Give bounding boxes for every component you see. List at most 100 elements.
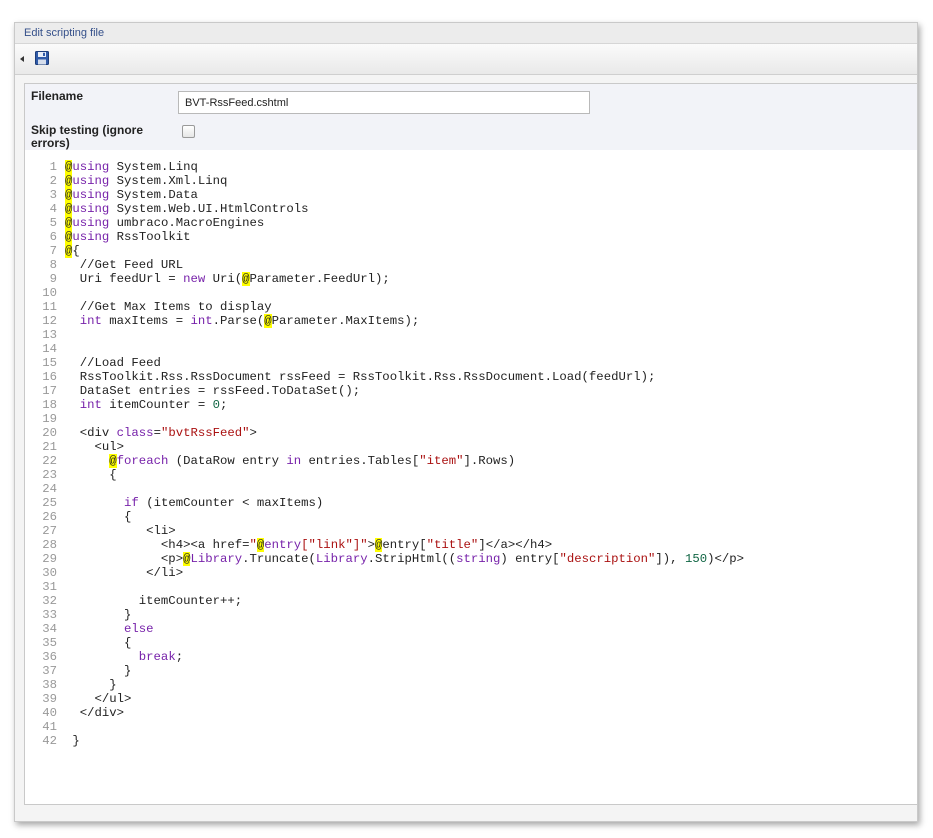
code-token: ) entry[ xyxy=(500,552,560,566)
code-line: </ul> xyxy=(65,692,132,706)
code-token: int xyxy=(190,314,213,328)
code-line: <li> xyxy=(65,524,176,538)
line-number: 7 xyxy=(49,244,57,258)
code-line: { xyxy=(65,510,131,524)
panel-title: Edit scripting file xyxy=(24,27,105,39)
code-line: <div class="bvtRssFeed"> xyxy=(65,426,257,440)
line-number: 25 xyxy=(42,496,57,510)
code-line: <ul> xyxy=(65,440,125,454)
triangle-left-icon[interactable] xyxy=(20,56,24,62)
panel-header: Edit scripting file xyxy=(15,23,917,44)
code-token: ; xyxy=(220,398,228,412)
code-line: <h4><a href="@entry["link"]">@entry["tit… xyxy=(65,538,552,552)
code-token: int xyxy=(79,398,102,412)
skip-testing-checkbox[interactable] xyxy=(182,125,195,138)
code-token: { xyxy=(65,510,132,524)
code-token: .StripHtml(( xyxy=(367,552,457,566)
line-number: 10 xyxy=(42,286,57,300)
code-token: { xyxy=(72,244,80,258)
code-token: entry[ xyxy=(382,538,427,552)
line-number: 20 xyxy=(42,426,57,440)
code-token: using xyxy=(72,160,110,174)
line-number: 42 xyxy=(42,734,57,748)
line-number: 38 xyxy=(42,678,57,692)
code-line: @using umbraco.MacroEngines xyxy=(65,216,264,230)
code-token: entry xyxy=(264,538,302,552)
code-line: </div> xyxy=(65,706,124,720)
line-number: 36 xyxy=(42,650,57,664)
line-number: 9 xyxy=(49,272,57,286)
line-number: 26 xyxy=(42,510,57,524)
line-number: 19 xyxy=(42,412,57,426)
line-number: 33 xyxy=(42,608,57,622)
code-token: <li> xyxy=(65,524,176,538)
code-line: Uri feedUrl = new Uri(@Parameter.FeedUrl… xyxy=(65,272,390,286)
line-number: 18 xyxy=(42,398,57,412)
code-token: <div xyxy=(65,426,117,440)
line-number: 35 xyxy=(42,636,57,650)
code-token: @ xyxy=(109,454,117,468)
line-number: 11 xyxy=(42,300,57,314)
floppy-disk-icon[interactable] xyxy=(35,51,49,65)
filename-input[interactable] xyxy=(178,91,590,114)
code-token: .Truncate( xyxy=(242,552,316,566)
code-token: else xyxy=(124,622,154,636)
code-token: 150 xyxy=(684,552,708,566)
code-editor[interactable]: 1 @using System.Linq 2 @using System.Xml.Li… xyxy=(25,160,917,804)
code-token: RssToolkit.Rss.RssDocument rssFeed = Rss… xyxy=(65,370,656,384)
line-number: 30 xyxy=(42,566,57,580)
code-token: (DataRow entry xyxy=(168,454,287,468)
code-token: ]), xyxy=(655,552,685,566)
code-line: </li> xyxy=(65,566,183,580)
code-token: "description" xyxy=(559,552,656,566)
code-token: maxItems = xyxy=(101,314,191,328)
line-number: 14 xyxy=(42,342,57,356)
code-line: @using System.Web.UI.HtmlControls xyxy=(65,202,309,216)
toolbar xyxy=(15,44,917,75)
code-token: using xyxy=(72,216,110,230)
code-token: foreach xyxy=(116,454,169,468)
line-number: 3 xyxy=(49,188,57,202)
code-token: in xyxy=(286,454,302,468)
code-token: = xyxy=(153,426,161,440)
code-token: </div> xyxy=(65,706,125,720)
code-token: //Load Feed xyxy=(65,356,161,370)
line-number: 22 xyxy=(42,454,57,468)
code-token: //Get Max Items to display xyxy=(65,300,272,314)
code-line: @using RssToolkit xyxy=(65,230,190,244)
code-token: ].Rows) xyxy=(463,454,516,468)
code-token: using xyxy=(72,202,110,216)
code-line: } xyxy=(65,608,131,622)
code-token: "title" xyxy=(426,538,479,552)
code-token: (itemCounter < maxItems) xyxy=(138,496,324,510)
line-number: 41 xyxy=(42,720,57,734)
code-token: } xyxy=(65,608,132,622)
code-token: Uri feedUrl = xyxy=(65,272,184,286)
filename-label: Filename xyxy=(31,89,84,103)
code-line: break; xyxy=(65,650,183,664)
code-line: //Get Feed URL xyxy=(65,258,183,272)
code-token: </li> xyxy=(65,566,184,580)
code-token: <h4><a href= xyxy=(65,538,250,552)
code-token: ["link"]" xyxy=(301,538,368,552)
code-token: umbraco.MacroEngines xyxy=(109,216,265,230)
code-token: @ xyxy=(242,272,250,286)
code-token: using xyxy=(72,174,110,188)
code-token: } xyxy=(65,664,132,678)
code-line: RssToolkit.Rss.RssDocument rssFeed = Rss… xyxy=(65,370,656,384)
code-token: if xyxy=(124,496,139,510)
code-token: Uri( xyxy=(205,272,243,286)
line-number: 31 xyxy=(42,580,57,594)
code-line: { xyxy=(65,636,131,650)
code-token: System.Web.UI.HtmlControls xyxy=(109,202,309,216)
line-number: 8 xyxy=(49,258,57,272)
skip-testing-label: Skip testing (ignore errors) xyxy=(31,123,144,150)
code-line: DataSet entries = rssFeed.ToDataSet(); xyxy=(65,384,360,398)
line-number: 39 xyxy=(42,692,57,706)
line-number: 15 xyxy=(42,356,57,370)
code-line: @using System.Xml.Linq xyxy=(65,174,227,188)
code-token: new xyxy=(183,272,206,286)
